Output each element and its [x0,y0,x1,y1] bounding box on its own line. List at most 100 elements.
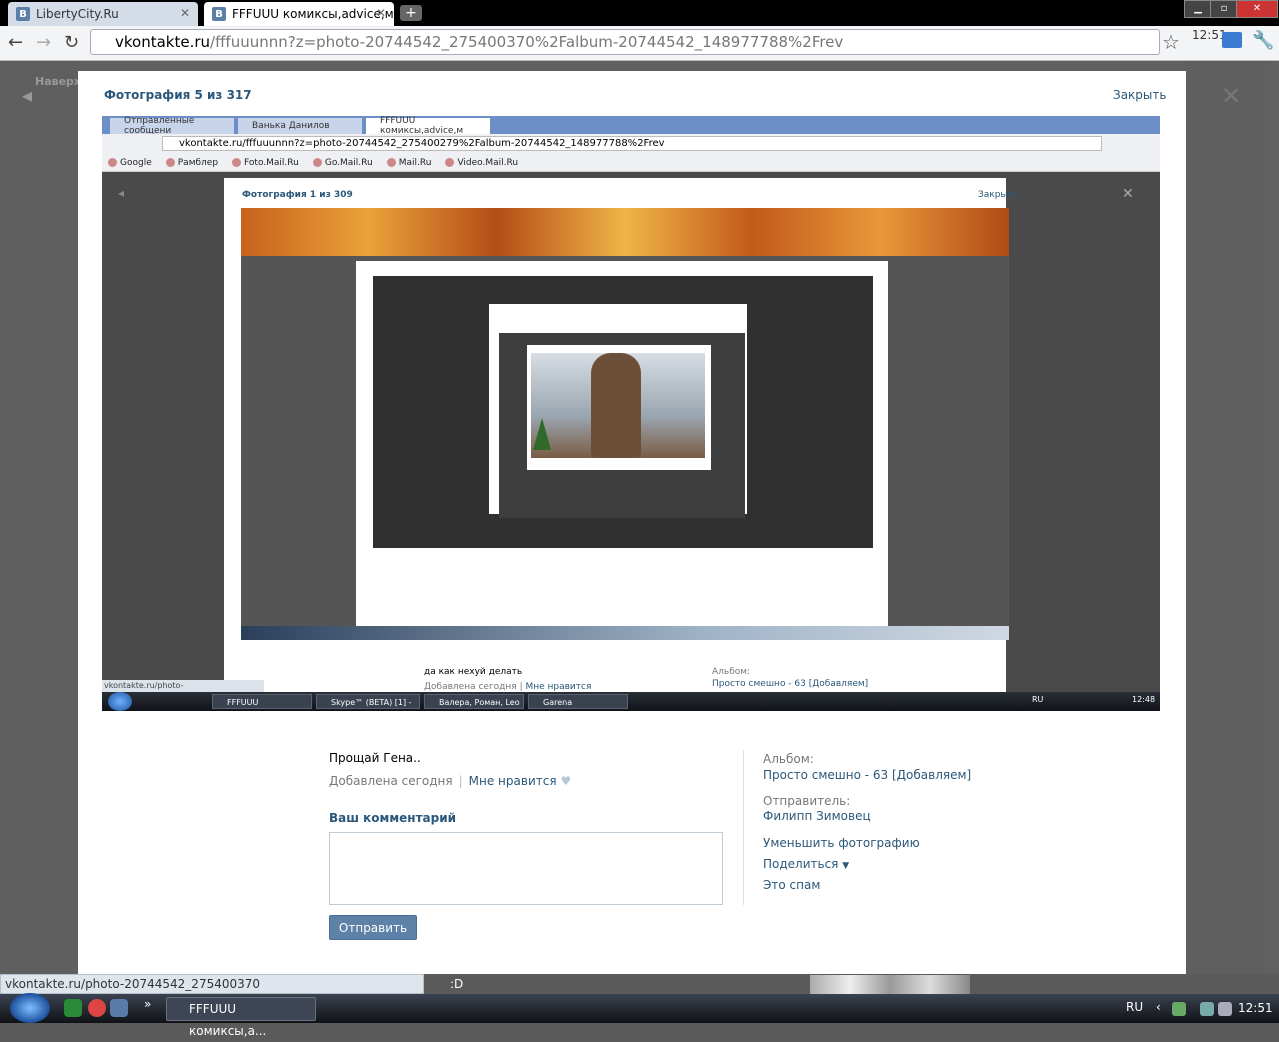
photo-task: Garena [528,694,628,709]
photo-toolbar: vkontakte.ru/fffuuunnn?z=photo-20744542_… [102,134,1160,154]
back-arrow-icon[interactable]: ← [8,32,23,53]
sender-link[interactable]: Филипп Зимовец [763,809,871,823]
photo-caption: да как нехуй делать [424,667,523,677]
bookmark: Google [108,157,152,168]
photo-task: FFFUUU комиксы,а... [212,694,312,709]
url-path: /fffuuunnn?z=photo-20744542_275400370%2F… [210,33,844,51]
left-panel[interactable]: ◂ Наверх [0,61,81,974]
volume-icon[interactable] [1218,1002,1232,1016]
bookmark: Video.Mail.Ru [445,157,518,168]
like-link[interactable]: Мне нравится [469,774,557,788]
photo-taskbar: FFFUUU комиксы,а... Skype™ (BETA) [1] - … [102,692,1160,711]
whatsapp-icon[interactable] [64,999,82,1017]
left-arrow-icon[interactable]: ◂ [22,83,32,107]
photo-start-icon [108,692,132,711]
heart-icon[interactable]: ♥ [561,774,572,788]
sender-label: Отправитель: [763,794,851,808]
bookmark: Go.Mail.Ru [312,157,373,168]
bookmark-icon [312,157,322,167]
send-button[interactable]: Отправить [329,915,417,940]
maximize-button[interactable]: ▫ [1210,0,1238,18]
comment-input[interactable] [329,832,723,905]
new-tab-button[interactable]: + [400,5,422,21]
share-link[interactable]: Поделиться ▼ [763,857,849,871]
photo-left-arrow-icon: ◂ [118,186,125,200]
comment-label: Ваш комментарий [329,811,457,825]
minimize-button[interactable]: ▁ [1184,0,1212,18]
vk-favicon-icon: B [16,7,30,21]
added-date: Добавлена сегодня [329,774,453,788]
photo-task: Валера, Роман, Leo [424,694,524,709]
back-to-top-link[interactable]: Наверх [35,75,81,88]
bookmark: Рамблер [165,157,218,168]
dialog-title: Фотография 5 из 317 [104,88,252,102]
chrome-icon[interactable] [88,999,106,1017]
statue-figure [591,353,641,458]
photo-image[interactable]: Отправленные сообщени Ванька Данилов FFF… [102,116,1160,711]
close-link[interactable]: Закрыть [1113,88,1166,102]
status-bar: vkontakte.ru/photo-20744542_275400370 [0,974,424,994]
close-window-button[interactable]: ✕ [1236,0,1278,18]
start-button[interactable] [10,993,50,1023]
wrench-icon[interactable]: 🔧 [1252,30,1274,51]
photo-dialog-title: Фотография 1 из 309 [242,190,353,200]
bookmark: Foto.Mail.Ru [232,157,299,168]
autumn-leaves-banner [241,208,1009,256]
reduce-photo-link[interactable]: Уменьшить фотографию [763,836,920,850]
photo-tab-strip: Отправленные сообщени Ванька Данилов FFF… [102,116,1160,136]
photo-tab: Отправленные сообщени [110,116,234,136]
forward-arrow-icon[interactable]: → [36,32,51,53]
browser-toolbar: ← → ↻ vkontakte.ru/fffuuunnn?z=photo-207… [0,26,1279,61]
photo-album-value: Просто смешно - 63 [Добавляем] [712,679,869,689]
close-icon[interactable]: ✕ [376,6,386,20]
url-host: vkontakte.ru [115,33,211,51]
explorer-icon[interactable] [110,999,128,1017]
taskbar-item[interactable]: FFFUUU комиксы,а... [166,997,316,1038]
nested-screenshot [241,208,1009,640]
photo-address-bar: vkontakte.ru/fffuuunnn?z=photo-20744542_… [162,136,1102,151]
bookmark: Mail.Ru [386,157,431,168]
address-bar[interactable]: vkontakte.ru/fffuuunnn?z=photo-20744542_… [90,29,1160,55]
photo-tab: FFFUUU комиксы,advice,м [366,116,490,136]
photo-album-label: Альбом: [712,667,751,677]
bookmark-icon [386,157,396,167]
extension-icon[interactable] [1222,32,1242,48]
chevron-down-icon: ▼ [842,861,850,871]
album-link[interactable]: Просто смешно - 63 [Добавляем] [763,768,971,782]
photo-meta: Добавлена сегодня | Мне нравится [424,682,592,692]
right-panel [1186,61,1266,974]
star-icon[interactable]: ☆ [1162,30,1180,54]
bookmark-icon [108,157,117,167]
language-indicator[interactable]: RU [1126,1000,1143,1014]
tray-expand-icon[interactable]: ‹ [1156,1000,1161,1014]
photo-close-link: Закрыть [978,190,1019,200]
photo-lang: RU [1032,695,1044,704]
spam-link[interactable]: Это спам [763,878,820,892]
photo-status-url: vkontakte.ru/photo-20744542_275400279 [102,680,264,702]
photo-meta-main: Добавлена сегодня | Мне нравится ♥ [329,774,572,788]
photo-tab: Ванька Данилов [238,118,362,134]
photo-clock: 12:48 [1132,695,1156,704]
photo-bookmarks-bar: Google Рамблер Foto.Mail.Ru Go.Mail.Ru M… [102,154,1160,172]
close-icon[interactable]: ✕ [1221,82,1241,110]
tab-libertycity[interactable]: B LibertyCity.Ru ✕ [8,2,198,26]
bookmark-icon [165,157,175,167]
close-icon[interactable]: ✕ [180,6,190,20]
reload-icon[interactable]: ↻ [64,32,79,53]
network-icon[interactable] [1200,1002,1214,1016]
nested-taskbar [241,626,1009,640]
divider [743,750,744,905]
bookmark-icon [232,157,242,167]
chevron-right-icon[interactable]: » [144,997,151,1011]
tab-fffuuu[interactable]: B FFFUUU комиксы,advice,м ✕ [204,2,394,26]
photo-caption-main: Прощай Гена.. [329,751,421,765]
thumbnail-strip[interactable] [810,975,970,994]
clock: 12:51 [1238,1001,1273,1015]
smile-text: :D [450,977,464,991]
tray-app-icon[interactable] [1172,1002,1186,1016]
bookmark-icon [445,157,455,167]
vk-favicon-icon: B [212,7,226,21]
tab-strip: B LibertyCity.Ru ✕ B FFFUUU комиксы,advi… [0,0,1279,26]
photo-close-icon: ✕ [1122,186,1134,202]
tab-label: LibertyCity.Ru [36,7,119,21]
